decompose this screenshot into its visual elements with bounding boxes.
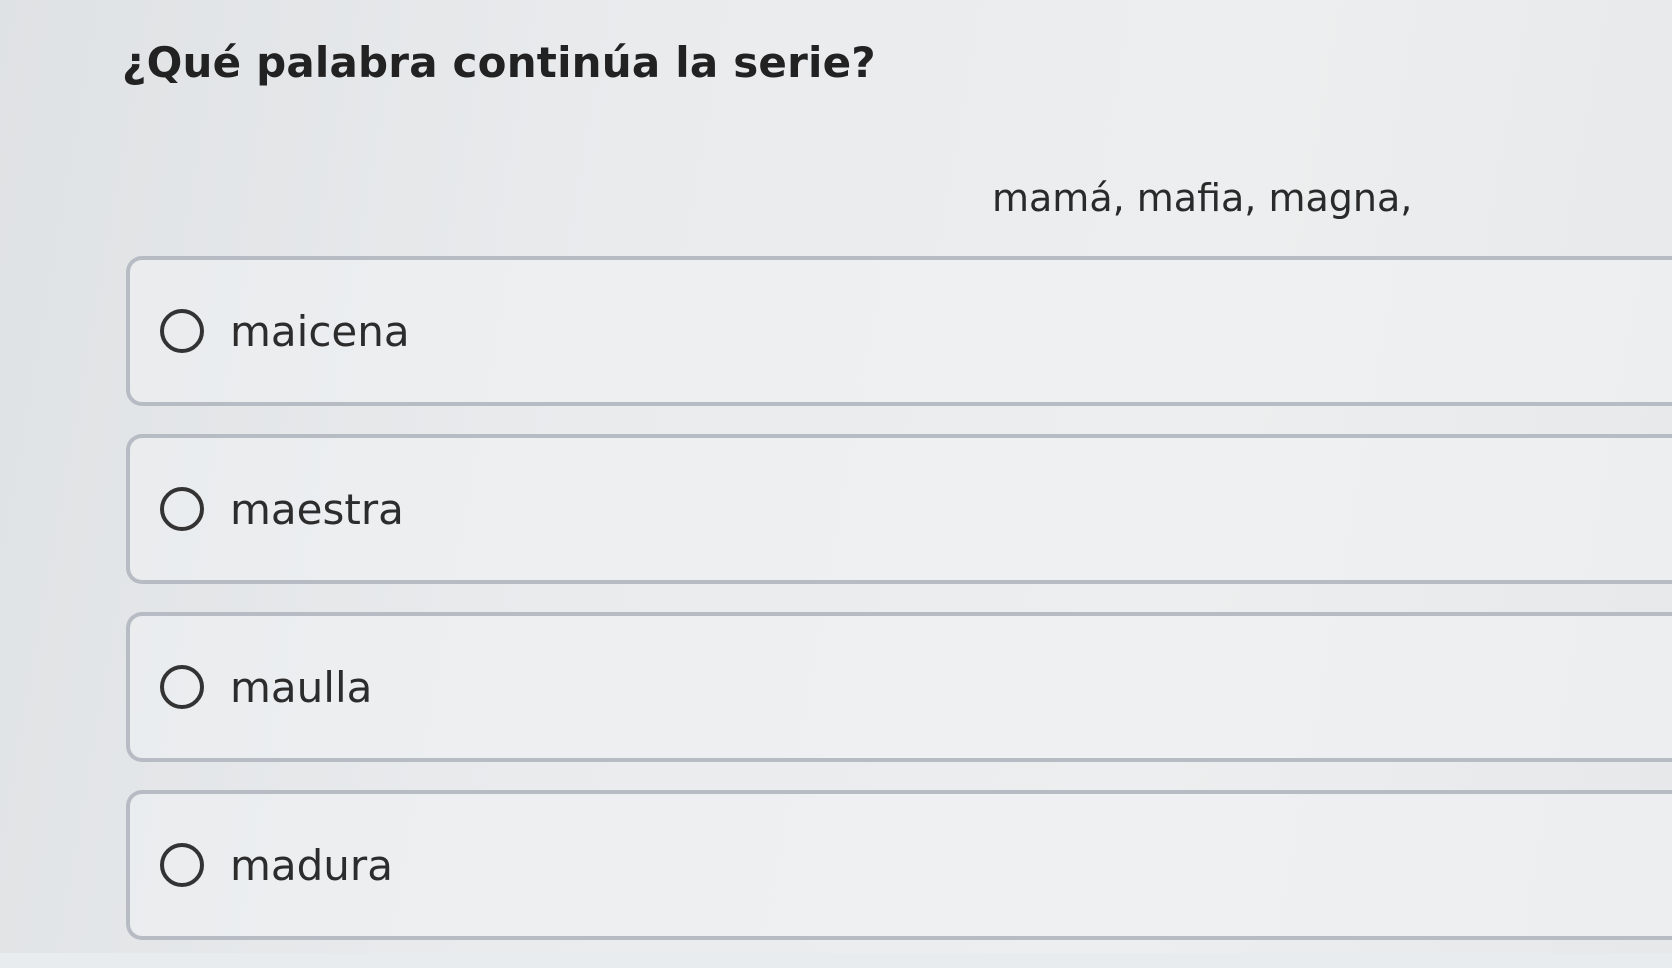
answer-option-maicena[interactable]: maicena: [126, 256, 1672, 406]
quiz-page: ¿Qué palabra continúa la serie? mamá, ma…: [0, 0, 1672, 953]
answer-options: maicena maestra maulla madura: [126, 256, 1672, 968]
word-series: mamá, mafia, magna,: [992, 176, 1413, 220]
radio-button[interactable]: [160, 665, 204, 709]
radio-button[interactable]: [160, 487, 204, 531]
answer-option-maestra[interactable]: maestra: [126, 434, 1672, 584]
question-title: ¿Qué palabra continúa la serie?: [122, 38, 876, 87]
answer-option-madura[interactable]: madura: [126, 790, 1672, 940]
radio-button[interactable]: [160, 309, 204, 353]
answer-option-label: maestra: [230, 484, 404, 534]
radio-button[interactable]: [160, 843, 204, 887]
answer-option-label: madura: [230, 840, 393, 890]
answer-option-label: maicena: [230, 306, 410, 356]
answer-option-label: maulla: [230, 662, 373, 712]
answer-option-maulla[interactable]: maulla: [126, 612, 1672, 762]
